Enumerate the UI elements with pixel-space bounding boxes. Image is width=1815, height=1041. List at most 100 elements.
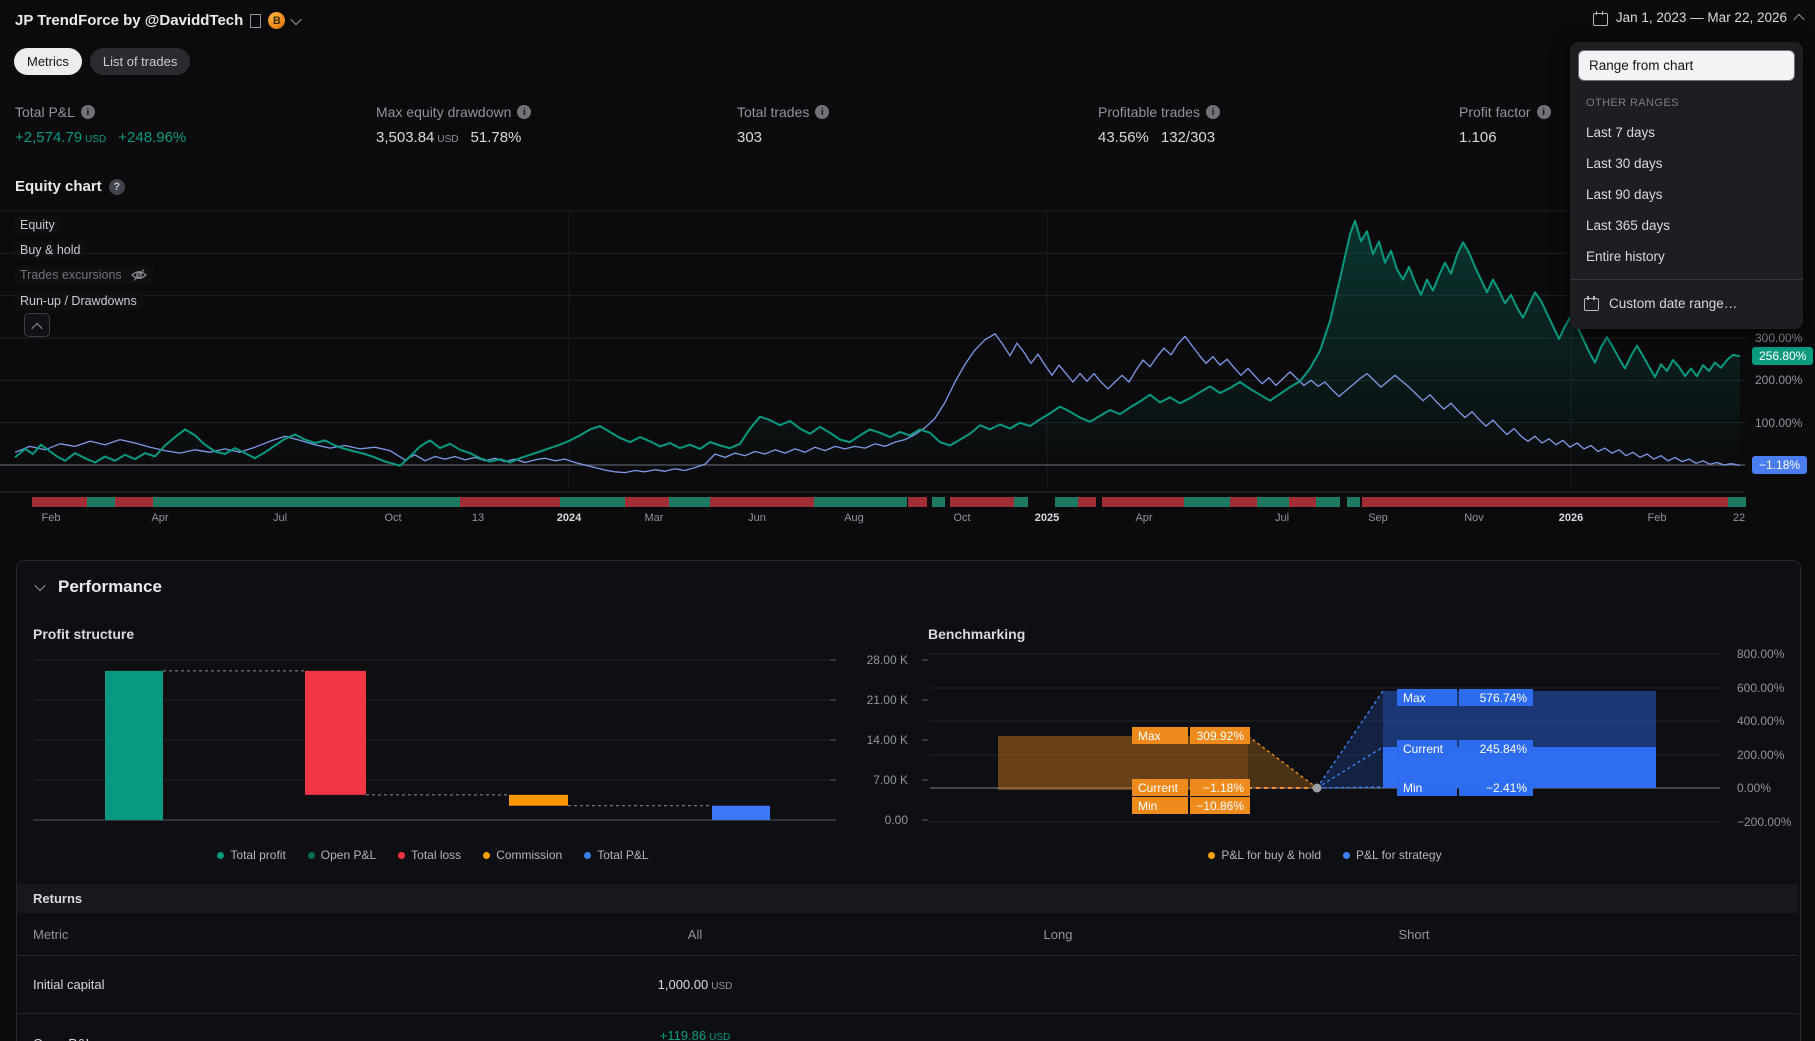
y-axis-label: 300.00% [1755, 331, 1803, 345]
info-icon[interactable]: i [1205, 105, 1220, 119]
legend-buy-hold[interactable]: Buy & hold [14, 241, 87, 259]
metric-main-value: 3,503.84 [376, 129, 435, 146]
metric-value: +2,574.79 USD +248.96% [15, 129, 315, 146]
svg-text:Current: Current [1138, 781, 1179, 795]
legend-item[interactable]: Total profit [217, 848, 286, 862]
svg-text:245.84%: 245.84% [1480, 742, 1528, 756]
legend-label: Run-up / Drawdowns [20, 294, 137, 308]
legend-item[interactable]: Commission [483, 848, 562, 862]
profit-bar-total-profit [105, 670, 163, 820]
metric-main-value: 1.106 [1459, 129, 1497, 146]
profit-y-label: 14.00 K [867, 733, 908, 747]
menu-item-entire-history[interactable]: Entire history [1570, 241, 1803, 272]
info-icon[interactable]: i [80, 105, 95, 119]
strip-segment [87, 497, 115, 507]
strip-segment [1362, 497, 1728, 507]
equity-chart-title: Equity chart ? [15, 178, 125, 195]
chevron-down-icon[interactable] [290, 13, 302, 25]
value-badge: −1.18% [1752, 456, 1808, 474]
help-icon[interactable]: ? [108, 178, 125, 195]
legend-label: Commission [496, 848, 563, 862]
equity-chart[interactable] [0, 205, 1815, 495]
info-icon[interactable]: i [815, 105, 830, 119]
date-range-button[interactable]: Jan 1, 2023 — Mar 22, 2026 [1592, 10, 1805, 26]
x-tick: Jun [748, 512, 766, 524]
strip-segment [1230, 497, 1257, 507]
profit-structure-title: Profit structure [33, 626, 135, 642]
strip-segment [153, 497, 460, 507]
legend-item[interactable]: P&L for strategy [1343, 848, 1442, 862]
menu-item-last-365-days[interactable]: Last 365 days [1570, 210, 1803, 241]
bench-y-label: 400.00% [1737, 714, 1785, 728]
metric-value: 3,503.84 USD 51.78% [376, 129, 676, 146]
info-icon[interactable]: i [1536, 105, 1551, 119]
legend-trades-excursions[interactable]: Trades excursions [14, 266, 153, 284]
menu-item-range-from-chart[interactable]: Range from chart [1578, 50, 1795, 81]
strip-segment [1014, 497, 1028, 507]
x-tick: Apr [1135, 512, 1153, 524]
legend-item[interactable]: Total loss [398, 848, 461, 862]
strip-segment [1728, 497, 1746, 507]
x-tick: Aug [844, 512, 864, 524]
tab-list-of-trades[interactable]: List of trades [89, 48, 191, 75]
menu-item-last-7-days[interactable]: Last 7 days [1570, 117, 1803, 148]
legend-run-up-drawdowns[interactable]: Run-up / Drawdowns [14, 292, 143, 310]
profit-chart-svg: 28.00 K 21.00 K 14.00 K 7.00 K 0.00 [33, 653, 928, 827]
legend-dot [307, 851, 315, 859]
tab-metrics[interactable]: Metrics [14, 48, 82, 75]
missing-glyph-square [250, 13, 262, 28]
x-tick: Oct [953, 512, 971, 524]
strategy-tester-report: JP TrendForce by @DaviddTech B Jan 1, 20… [0, 0, 1815, 1041]
strip-segment [1078, 497, 1096, 507]
strip-segment [814, 497, 907, 507]
info-icon[interactable]: i [517, 105, 532, 119]
svg-text:Min: Min [1138, 799, 1157, 813]
svg-text:Min: Min [1403, 781, 1422, 795]
metric-label-text: Total trades [737, 104, 810, 120]
benchmarking-title: Benchmarking [928, 626, 1026, 642]
profit-bar-total-loss [305, 670, 366, 795]
menu-item-last-90-days[interactable]: Last 90 days [1570, 179, 1803, 210]
metric-value: 43.56% 132/303 [1098, 129, 1398, 146]
metric-extra-value: 132/303 [1160, 129, 1216, 146]
svg-text:Current: Current [1403, 742, 1444, 756]
benchmarking-chart: 800.00% 600.00% 400.00% 200.00% 0.00% −200.00… [930, 645, 1815, 840]
eye-off-icon [130, 269, 147, 281]
menu-item-last-30-days[interactable]: Last 30 days [1570, 148, 1803, 179]
profit-y-label: 28.00 K [867, 653, 908, 667]
x-tick: Jul [272, 512, 288, 524]
report-tabs: Metrics List of trades [14, 48, 191, 75]
value-currency: USD [709, 1032, 731, 1041]
strip-segment [625, 497, 669, 507]
menu-item-custom-date-range[interactable]: Custom date range… [1570, 287, 1803, 319]
legend-item[interactable]: P&L for buy & hold [1208, 848, 1321, 862]
legend-item[interactable]: Open P&L [307, 848, 376, 862]
col-header-short: Short [1398, 927, 1430, 942]
svg-text:Max: Max [1138, 729, 1161, 743]
strip-segment [560, 497, 625, 507]
y-axis-label: 100.00% [1755, 416, 1803, 430]
coin-icon: B [268, 12, 286, 29]
legend-item[interactable]: Total P&L [584, 848, 649, 862]
strip-segment [115, 497, 153, 507]
value-number: 1,000.00 [657, 977, 709, 992]
metric-main-value: +2,574.79 [15, 129, 83, 146]
strip-segment [1347, 497, 1360, 507]
table-divider [17, 955, 1798, 956]
collapse-chart-button[interactable] [24, 313, 50, 337]
metric-label: Total trades i [737, 104, 1037, 120]
legend-label: Equity [20, 218, 55, 232]
performance-header[interactable]: Performance [34, 577, 162, 597]
strip-segment [710, 497, 814, 507]
legend-equity[interactable]: Equity [14, 216, 61, 234]
strip-segment [669, 497, 710, 507]
strip-segment [908, 497, 927, 507]
bench-y-label: 200.00% [1737, 748, 1785, 762]
legend-label: P&L for strategy [1356, 848, 1442, 862]
profit-y-label: 0.00 [885, 813, 909, 827]
equity-area-fill [15, 220, 1740, 466]
metric-currency: USD [85, 134, 107, 145]
y-axis-label: 200.00% [1755, 373, 1803, 387]
legend-dot [1208, 851, 1216, 859]
col-header-metric: Metric [33, 927, 69, 942]
